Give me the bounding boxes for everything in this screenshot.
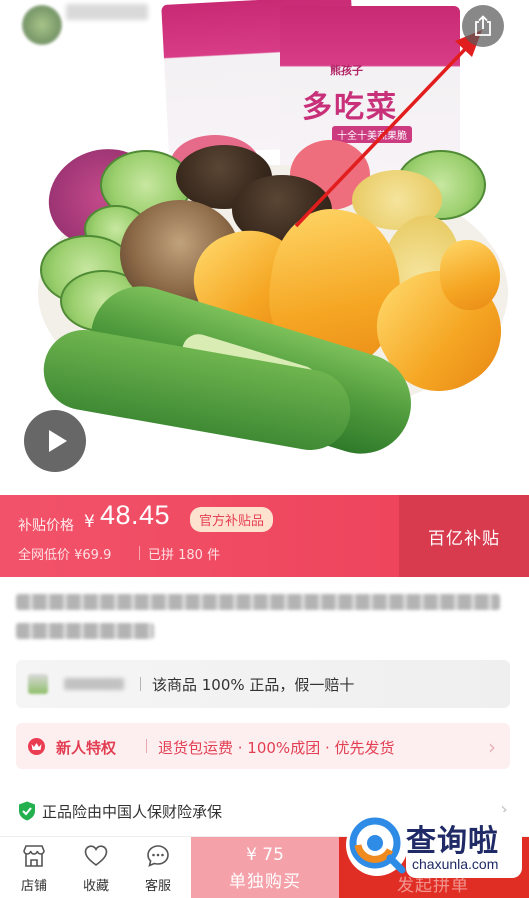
billion-subsidy-tag[interactable]: 百亿补贴 xyxy=(399,495,529,577)
product-title-line xyxy=(16,594,500,610)
product-detail-page: 熊孩子 多吃菜 十全十美蔬果脆 补贴价格 ¥ 48.45 官方补贴品 全网低价 … xyxy=(0,0,529,898)
insurance-text: 正品险由中国人保财险承保 xyxy=(42,803,223,821)
brand-logo xyxy=(28,674,48,694)
subsidy-price-bar: 补贴价格 ¥ 48.45 官方补贴品 全网低价 ¥69.9 已拼 180 件 百… xyxy=(0,495,529,577)
shop-name xyxy=(66,4,148,20)
package-brand: 熊孩子 xyxy=(330,64,363,77)
buy-alone-label: 单独购买 xyxy=(229,872,301,892)
favorite-label: 收藏 xyxy=(82,879,109,894)
product-title-line xyxy=(16,623,154,639)
subsidy-price: 48.45 xyxy=(100,500,171,530)
guarantee-text: 该商品 100% 正品，假一赔十 xyxy=(152,676,355,694)
store-label: 店铺 xyxy=(20,879,47,894)
store-icon xyxy=(23,845,45,867)
divider xyxy=(139,546,140,560)
search-logo-icon xyxy=(349,817,406,874)
divider xyxy=(146,739,147,753)
heart-icon xyxy=(84,845,108,867)
currency-symbol: ¥ xyxy=(84,512,95,532)
watermark-url: chaxunla.com xyxy=(412,856,499,872)
brand-guarantee-card[interactable]: 该商品 100% 正品，假一赔十 xyxy=(16,660,510,708)
share-button[interactable] xyxy=(462,5,504,47)
product-image-carousel[interactable]: 熊孩子 多吃菜 十全十美蔬果脆 xyxy=(0,0,529,495)
watermark-text: 查询啦 xyxy=(406,824,499,859)
market-price: 全网低价 ¥69.9 xyxy=(18,548,112,563)
new-user-benefits: 退货包运费 · 100%成团 · 优先发货 xyxy=(158,739,395,757)
new-user-title: 新人特权 xyxy=(56,739,117,757)
store-button[interactable]: 店铺 xyxy=(6,843,62,894)
package-subtitle: 十全十美蔬果脆 xyxy=(332,126,412,143)
play-video-button[interactable] xyxy=(24,410,86,472)
product-title xyxy=(16,594,512,652)
favorite-button[interactable]: 收藏 xyxy=(68,843,124,894)
customer-service-label: 客服 xyxy=(144,879,171,894)
shield-check-icon xyxy=(19,801,35,821)
share-icon xyxy=(475,15,491,36)
brand-name xyxy=(64,678,124,690)
price-label: 补贴价格 xyxy=(18,518,74,534)
chevron-right-icon: › xyxy=(488,735,496,759)
play-icon xyxy=(48,430,67,452)
watermark-logo xyxy=(346,814,408,876)
crown-icon xyxy=(28,738,45,755)
jackfruit-chip xyxy=(440,240,500,310)
buy-alone-button[interactable]: ¥ 75 单独购买 xyxy=(191,837,339,898)
back-button[interactable] xyxy=(22,6,62,46)
customer-service-button[interactable]: 客服 xyxy=(130,843,186,894)
sold-count: 已拼 180 件 xyxy=(148,548,221,563)
single-price: ¥ 75 xyxy=(246,845,284,865)
divider xyxy=(140,677,141,691)
watermark: 查询啦 chaxunla.com xyxy=(346,812,526,884)
package-title: 多吃菜 xyxy=(302,90,398,125)
new-user-privilege-card[interactable]: 新人特权 退货包运费 · 100%成团 · 优先发货 › xyxy=(16,723,510,769)
chat-icon xyxy=(147,845,169,867)
official-subsidy-badge: 官方补贴品 xyxy=(190,507,274,532)
